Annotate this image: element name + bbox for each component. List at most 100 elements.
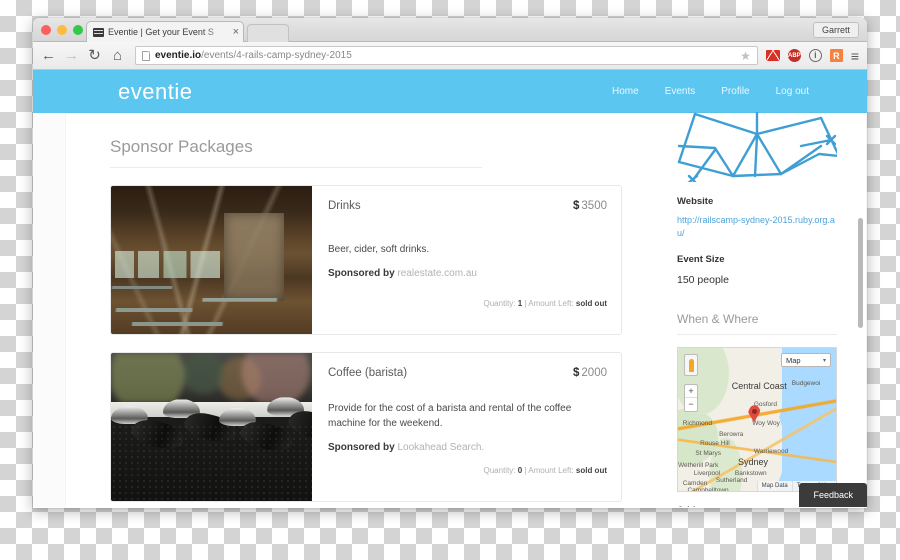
- site-header: eventie Home Events Profile Log out: [33, 70, 867, 113]
- quantity-value: 0: [517, 466, 523, 475]
- package-price: $2000: [573, 367, 607, 379]
- map-label: Richmond: [682, 419, 712, 427]
- package-card-drinks[interactable]: Drinks $3500 Beer, cider, soft drinks. S…: [110, 185, 622, 335]
- map-label: Warriewood: [753, 448, 789, 456]
- map-label: Liverpool: [693, 469, 721, 477]
- quantity-value: 1: [517, 299, 523, 308]
- maximize-window-button[interactable]: [73, 25, 83, 35]
- package-description: Beer, cider, soft drinks.: [328, 244, 430, 255]
- package-body: Drinks $3500 Beer, cider, soft drinks. S…: [312, 186, 621, 334]
- map-zoom-out-button[interactable]: −: [685, 398, 697, 411]
- map-label: Bankstown: [734, 469, 767, 477]
- package-meta: Quantity: 0 | Amount Left: sold out: [484, 466, 608, 475]
- sponsor-name[interactable]: realestate.com.au: [397, 268, 477, 279]
- map-label: Berowra: [719, 431, 744, 439]
- amount-left-value: sold out: [575, 299, 607, 308]
- map-label: Wetherill Park: [678, 462, 719, 470]
- address-bar[interactable]: eventie.io/events/4-rails-camp-sydney-20…: [135, 46, 758, 65]
- package-card-coffee[interactable]: Coffee (barista) $2000 Provide for the c…: [110, 352, 622, 502]
- sponsored-by-label: Sponsored by: [328, 442, 395, 453]
- browser-menu-icon[interactable]: ≡: [851, 49, 859, 63]
- package-body: Coffee (barista) $2000 Provide for the c…: [312, 353, 621, 501]
- tab-close-icon[interactable]: ×: [233, 26, 239, 38]
- sponsor-name[interactable]: Lookahead Search.: [397, 442, 484, 453]
- package-header: Drinks $3500: [328, 200, 607, 212]
- nav-profile[interactable]: Profile: [721, 86, 749, 97]
- event-size-label: Event Size: [677, 254, 725, 266]
- nav-events[interactable]: Events: [665, 86, 696, 97]
- package-price: $3500: [573, 200, 607, 212]
- package-name: Drinks: [328, 200, 361, 212]
- page-body: Sponsor Packages Drinks $3500 Beer, cide…: [33, 112, 867, 507]
- close-window-button[interactable]: [41, 25, 51, 35]
- browser-toolbar: ← → ↻ ⌂ eventie.io/events/4-rails-camp-s…: [33, 42, 867, 70]
- currency-symbol: $: [573, 200, 580, 212]
- map-label: Sydney: [738, 456, 769, 467]
- nav-home[interactable]: Home: [612, 86, 639, 97]
- map-type-label: Map: [786, 355, 801, 365]
- minimize-window-button[interactable]: [57, 25, 67, 35]
- browser-window: Eventie | Get your Event S × Garrett ← →…: [33, 18, 867, 508]
- forward-icon[interactable]: →: [64, 48, 79, 63]
- package-image-camp-dining-hall: [111, 186, 312, 334]
- browser-tab[interactable]: Eventie | Get your Event S ×: [86, 21, 244, 42]
- home-icon[interactable]: ⌂: [110, 48, 125, 63]
- site-logo[interactable]: eventie: [118, 79, 192, 105]
- package-name: Coffee (barista): [328, 367, 408, 379]
- quantity-label: Quantity:: [483, 299, 516, 308]
- tab-title: Eventie | Get your Event S: [108, 27, 214, 37]
- package-meta: Quantity: 1 | Amount Left: sold out: [484, 299, 608, 308]
- favicon-icon: [93, 27, 104, 37]
- tent-illustration: [677, 112, 837, 182]
- amount-left-label: Amount Left:: [528, 466, 574, 475]
- map-type-dropdown[interactable]: Map ▾: [781, 353, 831, 368]
- price-value: 2000: [581, 367, 607, 379]
- r-extension-icon[interactable]: R: [829, 49, 843, 62]
- sponsored-by-label: Sponsored by: [328, 268, 395, 279]
- meta-separator: |: [524, 466, 527, 475]
- gmail-extension-icon[interactable]: [765, 50, 780, 61]
- page-viewport: eventie Home Events Profile Log out Spon…: [33, 70, 867, 507]
- adblock-extension-icon[interactable]: ABP: [787, 49, 801, 62]
- website-link[interactable]: http://railscamp-sydney-2015.ruby.org.au…: [677, 214, 837, 240]
- page-scrollbar-thumb[interactable]: [858, 218, 863, 328]
- amount-left-label: Amount Left:: [528, 299, 574, 308]
- map-label: Budgewoi: [791, 379, 821, 387]
- when-where-heading: When & Where: [677, 312, 837, 336]
- map-label: Rouse Hill: [700, 439, 730, 447]
- map-location-marker-icon[interactable]: [748, 405, 761, 422]
- map-label: Campbelltown: [687, 486, 729, 493]
- event-sidebar: Website http://railscamp-sydney-2015.rub…: [677, 112, 867, 507]
- reload-icon[interactable]: ↻: [87, 48, 102, 63]
- page-document-icon: [142, 50, 150, 61]
- package-image-espresso-portafilters: [111, 353, 312, 501]
- profile-chip[interactable]: Garrett: [812, 22, 859, 38]
- chevron-down-icon: ▾: [822, 357, 826, 364]
- map-data-link[interactable]: Map Data: [756, 481, 792, 492]
- main-column: Sponsor Packages Drinks $3500 Beer, cide…: [110, 113, 622, 507]
- page-title: Sponsor Packages: [110, 113, 482, 168]
- url-text: eventie.io/events/4-rails-camp-sydney-20…: [155, 50, 352, 61]
- location-map[interactable]: Central Coast Budgewoi Gosford Woy Woy R…: [677, 347, 837, 493]
- url-path: /events/4-rails-camp-sydney-2015: [201, 50, 352, 61]
- site-nav: Home Events Profile Log out: [612, 86, 809, 97]
- street-view-pegman-icon[interactable]: [684, 354, 698, 377]
- new-tab-button[interactable]: [247, 24, 289, 42]
- window-controls: [41, 25, 83, 35]
- back-icon[interactable]: ←: [41, 48, 56, 63]
- package-sponsor: Sponsored by Lookahead Search.: [328, 442, 607, 453]
- price-value: 3500: [581, 200, 607, 212]
- bookmark-star-icon[interactable]: ★: [740, 49, 751, 63]
- nav-logout[interactable]: Log out: [776, 86, 809, 97]
- map-zoom-in-button[interactable]: +: [685, 385, 697, 399]
- map-zoom-controls[interactable]: + −: [684, 384, 698, 413]
- package-description: Provide for the cost of a barista and re…: [328, 403, 572, 429]
- event-size-value: 150 people: [677, 274, 729, 287]
- url-domain: eventie.io: [155, 50, 202, 61]
- package-header: Coffee (barista) $2000: [328, 367, 607, 379]
- amount-left-value: sold out: [575, 466, 607, 475]
- info-extension-icon[interactable]: i: [808, 49, 822, 62]
- package-sponsor: Sponsored by realestate.com.au: [328, 268, 607, 279]
- page-scrollbar[interactable]: [856, 113, 865, 507]
- meta-separator: |: [524, 299, 527, 308]
